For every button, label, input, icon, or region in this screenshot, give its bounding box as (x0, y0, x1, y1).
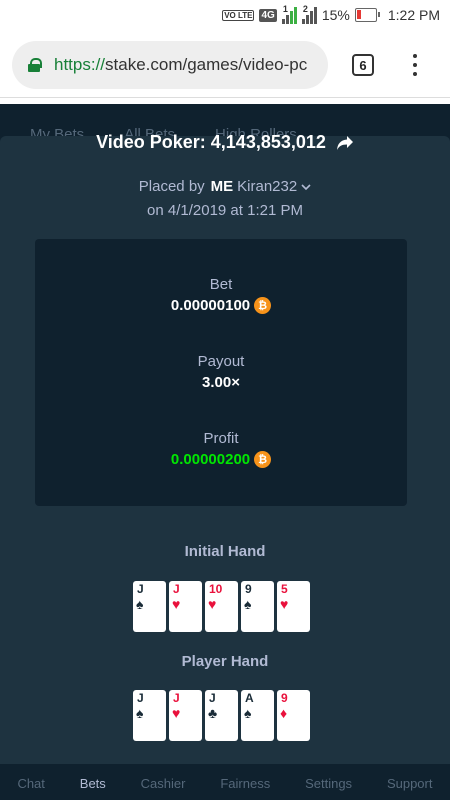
placed-by-line: Placed by ME Kiran232 (0, 178, 450, 195)
clock: 1:22 PM (387, 7, 440, 23)
playing-card: 9 ♠ (241, 581, 274, 632)
card-rank: 9 (245, 582, 252, 596)
playing-card: J ♥ (169, 581, 202, 632)
payout-stat: Payout 3.00× (35, 353, 407, 391)
card-suit-icon: ♥ (280, 596, 289, 612)
initial-hand: J ♠ J ♥ 10 ♥ 9 ♠ 5 ♥ (133, 581, 310, 632)
placed-date: on 4/1/2019 at 1:21 PM (147, 202, 303, 219)
initial-hand-label: Initial Hand (184, 543, 266, 560)
payout-value: 3.00× (202, 374, 240, 391)
nav-support[interactable]: Support (387, 776, 433, 791)
card-rank: J (209, 691, 216, 705)
bet-value: 0.00000100 (170, 297, 251, 314)
player-hand: J ♠ J ♥ J ♣ A ♠ 9 ♦ (133, 690, 310, 741)
card-suit-icon: ♦ (280, 705, 288, 721)
username-link[interactable]: Kiran232 (237, 178, 297, 195)
tab-switcher-button[interactable]: 6 (352, 54, 374, 76)
lock-icon (28, 58, 42, 72)
battery-percent: 15% (321, 7, 350, 23)
card-suit-icon: ♥ (172, 596, 181, 612)
menu-kebab-icon[interactable] (408, 52, 422, 78)
url-scheme: https:// (54, 55, 106, 74)
card-rank: J (173, 582, 180, 596)
card-suit-icon: ♥ (208, 596, 217, 612)
bet-stat: Bet 0.00000100 ₿ (35, 276, 407, 314)
share-icon[interactable] (336, 135, 354, 151)
card-rank: 5 (281, 582, 288, 596)
card-suit-icon: ♠ (244, 705, 252, 721)
nav-cashier[interactable]: Cashier (141, 776, 186, 791)
card-suit-icon: ♥ (172, 705, 181, 721)
address-bar[interactable]: https:// stake.com/games/video-pc (12, 41, 328, 89)
card-rank: J (137, 582, 144, 596)
playing-card: 5 ♥ (277, 581, 310, 632)
payout-label: Payout (197, 353, 245, 370)
profit-value: 0.00000200 (170, 451, 251, 468)
bottom-navigation: Chat Bets Cashier Fairness Settings Supp… (0, 764, 450, 800)
playing-card: J ♠ (133, 581, 166, 632)
bitcoin-icon: ₿ (254, 297, 272, 314)
page-header-strip (0, 98, 450, 104)
player-hand-label: Player Hand (181, 653, 269, 670)
nav-fairness[interactable]: Fairness (220, 776, 270, 791)
bet-label: Bet (209, 276, 233, 293)
placed-by-prefix: Placed by (138, 178, 205, 195)
card-rank: 10 (209, 582, 223, 596)
card-rank: A (245, 691, 254, 705)
nav-settings[interactable]: Settings (305, 776, 352, 791)
modal-title: Video Poker: 4,143,853,012 (0, 132, 450, 153)
volte-icon: VO LTE (222, 9, 255, 21)
url-text: stake.com/games/video-pc (105, 55, 308, 74)
status-bar: VO LTE 4G 1 2 15% 1:22 PM (0, 0, 450, 32)
playing-card: J ♥ (169, 690, 202, 741)
chevron-down-icon[interactable] (301, 183, 311, 191)
browser-toolbar: https:// stake.com/games/video-pc 6 (0, 32, 450, 98)
playing-card: 9 ♦ (277, 690, 310, 741)
nav-chat[interactable]: Chat (17, 776, 44, 791)
playing-card: 10 ♥ (205, 581, 238, 632)
card-suit-icon: ♠ (136, 705, 144, 721)
bet-title: Video Poker: 4,143,853,012 (96, 132, 326, 152)
card-rank: 9 (281, 691, 288, 705)
me-badge: ME (210, 178, 234, 195)
card-rank: J (137, 691, 144, 705)
card-suit-icon: ♠ (244, 596, 252, 612)
card-suit-icon: ♠ (136, 596, 144, 612)
card-rank: J (173, 691, 180, 705)
network-type-icon: 4G (259, 8, 277, 22)
playing-card: J ♠ (133, 690, 166, 741)
playing-card: J ♣ (205, 690, 238, 741)
bet-stats-panel: Bet 0.00000100 ₿ Payout 3.00× Profit 0.0… (35, 239, 407, 506)
card-suit-icon: ♣ (208, 705, 218, 721)
signal-sim2-icon: 2 (301, 4, 317, 24)
profit-label: Profit (203, 430, 239, 447)
signal-sim1-icon: 1 (281, 4, 297, 24)
battery-icon (354, 8, 380, 22)
profit-stat: Profit 0.00000200 ₿ (35, 430, 407, 468)
bitcoin-icon: ₿ (254, 451, 272, 468)
nav-bets[interactable]: Bets (80, 776, 106, 791)
playing-card: A ♠ (241, 690, 274, 741)
